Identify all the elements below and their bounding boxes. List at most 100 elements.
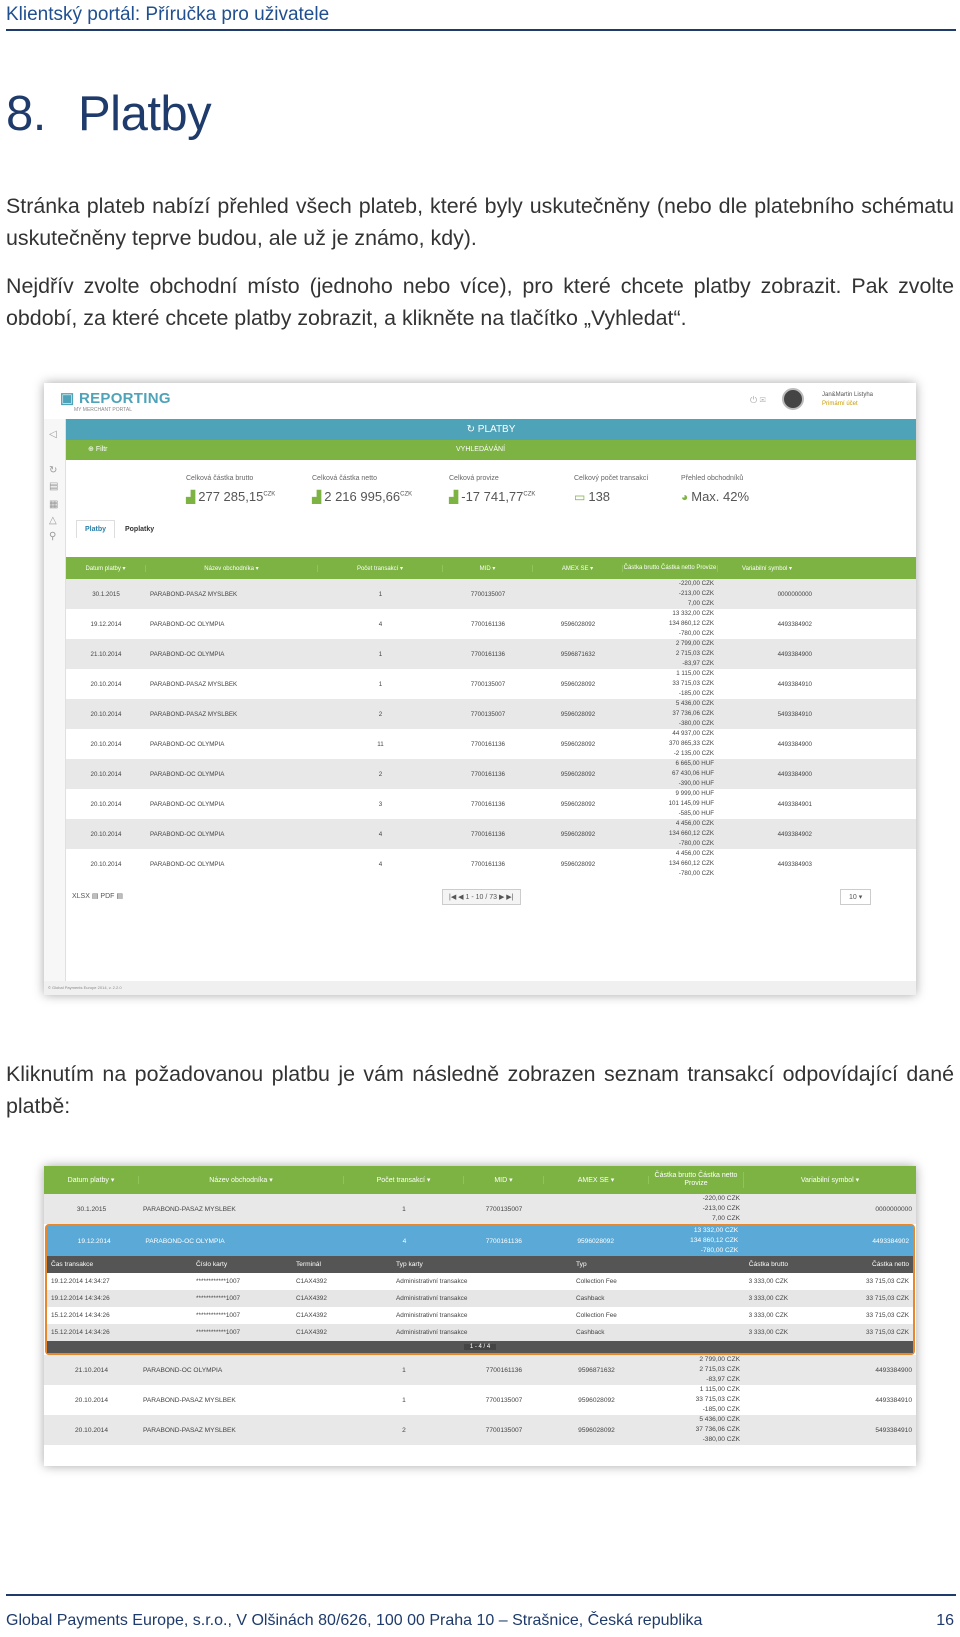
column-header-amounts[interactable]: Částka brutto Částka netto Provize xyxy=(649,1172,744,1188)
export-xlsx-link[interactable]: XLSX xyxy=(72,893,90,900)
table-row[interactable]: 19.12.2014 PARABOND-OC OLYMPIA 4 7700161136… xyxy=(66,609,916,639)
tab-fees[interactable]: Poplatky xyxy=(117,521,162,538)
search-button[interactable]: VYHLEDÁVÁNÍ xyxy=(456,440,505,460)
tx-cell-netto: 33 715,03 CZK xyxy=(866,1312,909,1319)
selected-payment-highlight: 19.12.2014 PARABOND-OC OLYMPIA 4 7700161136… xyxy=(45,1224,915,1355)
table-row[interactable]: 20.10.2014 PARABOND-PASAZ MYSLBEK 2 7700135… xyxy=(66,699,916,729)
chart-icon: ▟ xyxy=(449,490,459,504)
pagination[interactable]: |◀ ◀ 1 - 10 / 73 ▶ ▶| xyxy=(442,889,521,905)
tab-payments[interactable]: Platby xyxy=(76,520,116,538)
table-row[interactable]: 20.10.2014 PARABOND-OC OLYMPIA 4 7700161136… xyxy=(66,819,916,849)
table-row[interactable]: 30.1.2015 PARABOND-PASAZ MYSLBEK 1 77001350… xyxy=(44,1194,916,1224)
tx-col-card[interactable]: Číslo karty xyxy=(192,1261,292,1268)
tx-cell-brutto: 3 333,00 CZK xyxy=(748,1278,788,1285)
avatar[interactable] xyxy=(782,388,804,410)
table-row[interactable]: 20.10.2014 PARABOND-PASAZ MYSLBEK 1 7700135… xyxy=(66,669,916,699)
filter-toggle[interactable]: ⊕ Filtr xyxy=(88,440,107,460)
back-icon[interactable]: ◁ xyxy=(49,429,57,440)
transaction-row[interactable]: 15.12.2014 14:34:26 ************1007 C1AX4… xyxy=(47,1324,913,1341)
column-header-merchant[interactable]: Název obchodníka ▾ xyxy=(146,564,318,572)
page-size-select[interactable]: 10 ▾ xyxy=(840,889,872,905)
filter-bar[interactable]: ⊕ Filtr VYHLEDÁVÁNÍ xyxy=(66,440,916,460)
table-row[interactable]: 21.10.2014 PARABOND-OC OLYMPIA 1 7700161136… xyxy=(66,639,916,669)
pagination-info: 1 - 10 / 73 xyxy=(465,894,498,901)
cell-mid: 7700135007 xyxy=(470,680,506,688)
column-header-amounts[interactable]: Částka brutto Částka netto Provize xyxy=(623,564,718,572)
cell-netto: 33 715,03 CZK xyxy=(695,1396,740,1403)
table-row[interactable]: 20.10.2014 PARABOND-OC OLYMPIA 2 7700161136… xyxy=(66,759,916,789)
column-header-vs[interactable]: Variabilní symbol ▾ xyxy=(744,1176,916,1184)
cell-brutto: 2 799,00 CZK xyxy=(675,640,714,647)
cell-vs: 4493384900 xyxy=(875,1366,912,1374)
transactions-pager[interactable]: 1 - 4 / 4 xyxy=(47,1341,913,1353)
cell-netto: 134 860,12 CZK xyxy=(668,620,714,627)
column-header-date[interactable]: Datum platby ▾ xyxy=(44,1176,139,1184)
tx-col-card-type[interactable]: Typ karty xyxy=(392,1261,572,1268)
cell-amex xyxy=(533,579,623,609)
cell-amounts: 9 999,00 HUF 101 145,09 HUF -585,00 HUF xyxy=(623,789,718,819)
cell-date: 19.12.2014 xyxy=(90,620,122,628)
chapter-heading: 8. Platby xyxy=(6,86,212,142)
column-header-mid[interactable]: MID ▾ xyxy=(443,564,533,572)
cell-mid: 7700135007 xyxy=(470,590,506,598)
table-row[interactable]: 20.10.2014 PARABOND-PASAZ MYSLBEK 2 7700135… xyxy=(44,1415,916,1445)
tx-col-terminal[interactable]: Terminál xyxy=(292,1261,392,1268)
documents-icon[interactable]: ▦ xyxy=(49,499,58,510)
document-footer: Global Payments Europe, s.r.o., V Olšiná… xyxy=(6,1594,956,1630)
page-title-bar: ↻ PLATBY xyxy=(66,419,916,440)
user-info[interactable]: Jan&Martin Listyha Primární účet xyxy=(822,391,873,409)
column-header-merchant[interactable]: Název obchodníka ▾ xyxy=(139,1176,344,1184)
cell-brutto: 4 456,00 CZK xyxy=(675,820,714,827)
cell-mid: 7700161136 xyxy=(471,860,505,868)
column-header-mid[interactable]: MID ▾ xyxy=(464,1176,544,1184)
cell-merchant: PARABOND-OC OLYMPIA xyxy=(150,620,225,628)
tx-cell-type: Collection Fee xyxy=(576,1312,617,1319)
tx-col-brutto[interactable]: Částka brutto xyxy=(692,1261,792,1268)
cell-amounts: 6 665,00 HUF 67 430,06 HUF -390,00 HUF xyxy=(623,759,718,789)
transactions-body: 19.12.2014 14:34:27 ************1007 C1AX4… xyxy=(47,1273,913,1341)
column-header-amex[interactable]: AMEX SE ▾ xyxy=(533,564,623,572)
table-row[interactable]: 20.10.2014 PARABOND-OC OLYMPIA 4 7700161136… xyxy=(66,849,916,879)
cell-netto: 134 660,12 CZK xyxy=(668,830,714,837)
tx-cell-brutto: 3 333,00 CZK xyxy=(748,1329,788,1336)
transaction-row[interactable]: 15.12.2014 14:34:26 ************1007 C1AX4… xyxy=(47,1307,913,1324)
table-row[interactable]: 21.10.2014 PARABOND-OC OLYMPIA 1 7700161136… xyxy=(44,1355,916,1385)
column-header-count[interactable]: Počet transakcí ▾ xyxy=(318,564,443,572)
cell-vs: 4493384902 xyxy=(777,620,812,628)
cell-fee: -2 135,00 CZK xyxy=(673,750,714,757)
column-header-count[interactable]: Počet transakcí ▾ xyxy=(344,1176,464,1184)
tx-col-time[interactable]: Čas transakce xyxy=(47,1261,192,1268)
cell-merchant: PARABOND-PASAZ MYSLBEK xyxy=(150,710,238,718)
cell-count: 3 xyxy=(378,800,383,808)
tx-cell-type: Collection Fee xyxy=(576,1278,617,1285)
tx-cell-card: ************1007 xyxy=(196,1312,241,1319)
topbar-icons[interactable]: ⏻ ✉ xyxy=(750,395,766,406)
table-header: Datum platby ▾ Název obchodníka ▾ Počet … xyxy=(66,557,916,579)
selected-row[interactable]: 19.12.2014 PARABOND-OC OLYMPIA 4 7700161136… xyxy=(47,1226,913,1256)
export-pdf-link[interactable]: PDF xyxy=(100,893,114,900)
transaction-row[interactable]: 19.12.2014 14:34:26 ************1007 C1AX4… xyxy=(47,1290,913,1307)
column-header-date[interactable]: Datum platby ▾ xyxy=(66,564,146,572)
search-icon[interactable]: ⚲ xyxy=(49,531,56,542)
table-row[interactable]: 19.12.2014 PARABOND-OC OLYMPIA 4 7700161136… xyxy=(47,1226,913,1256)
chapter-title: Platby xyxy=(78,87,212,141)
instruction-paragraph: Nejdřív zvolte obchodní místo (jednoho n… xyxy=(6,274,954,330)
tx-col-type[interactable]: Typ xyxy=(572,1261,692,1268)
table-row[interactable]: 20.10.2014 PARABOND-OC OLYMPIA 3 7700161136… xyxy=(66,789,916,819)
cell-merchant: PARABOND-OC OLYMPIA xyxy=(150,770,225,778)
transaction-row[interactable]: 19.12.2014 14:34:27 ************1007 C1AX4… xyxy=(47,1273,913,1290)
column-header-vs[interactable]: Variabilní symbol ▾ xyxy=(718,565,816,572)
warning-icon[interactable]: △ xyxy=(49,515,57,526)
table-row[interactable]: 20.10.2014 PARABOND-PASAZ MYSLBEK 1 7700135… xyxy=(44,1385,916,1415)
portal-copyright: © Global Payments Europe 2014, v. 2.2.0 xyxy=(44,981,916,995)
tx-col-netto[interactable]: Částka netto xyxy=(792,1261,913,1268)
cell-vs: 5493384910 xyxy=(875,1426,912,1434)
detail-paragraph: Kliknutím na požadovanou platbu je vám n… xyxy=(6,1062,954,1118)
payments-icon[interactable]: ▤ xyxy=(49,481,58,492)
cell-brutto: 13 332,00 CZK xyxy=(672,610,714,617)
table-row[interactable]: 30.1.2015 PARABOND-PASAZ MYSLBEK 1 77001350… xyxy=(66,579,916,609)
column-header-amex[interactable]: AMEX SE ▾ xyxy=(544,1176,649,1184)
cell-amex: 9596028092 xyxy=(560,740,596,748)
refresh-icon[interactable]: ↻ xyxy=(49,465,57,476)
table-row[interactable]: 20.10.2014 PARABOND-OC OLYMPIA 11 770016113… xyxy=(66,729,916,759)
